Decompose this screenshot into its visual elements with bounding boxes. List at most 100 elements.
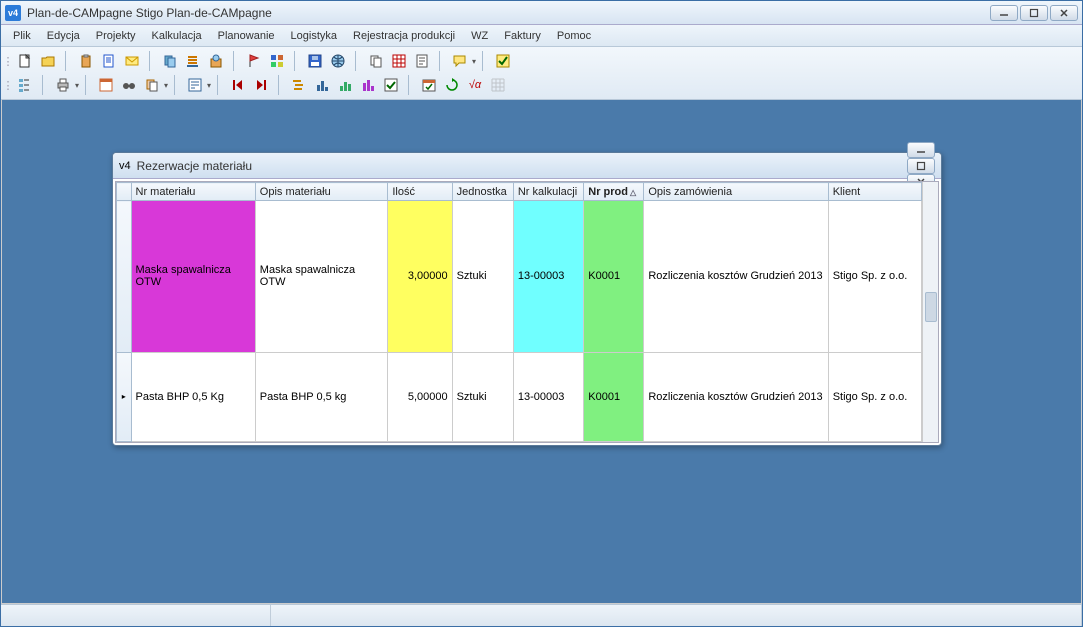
menu-item-projekty[interactable]: Projekty [88,27,144,45]
column-header[interactable]: Opis materiału [255,183,388,201]
table-row[interactable]: Maska spawalnicza OTWMaska spawalnicza O… [117,201,922,353]
child-window: v4 Rezerwacje materiału Nr materiałuOpis… [112,152,942,446]
dropdown-arrow-icon[interactable]: ▾ [164,81,168,90]
copy-doc-icon[interactable] [365,50,387,72]
cell[interactable]: 13-00003 [513,201,583,353]
separator [233,51,239,71]
column-header[interactable]: Ilość [388,183,452,201]
close-button[interactable] [1050,5,1078,21]
menu-item-planowanie[interactable]: Planowanie [210,27,283,45]
cell[interactable]: 3,00000 [388,201,452,353]
grid-container: Nr materiałuOpis materiałuIlośćJednostka… [115,181,939,443]
column-header[interactable]: Nr prod△ [584,183,644,201]
stack-icon[interactable] [182,50,204,72]
table-row[interactable]: ▸Pasta BHP 0,5 KgPasta BHP 0,5 kg5,00000… [117,352,922,441]
separator [217,75,223,95]
cell[interactable]: Rozliczenia kosztów Grudzień 2013 [644,201,828,353]
menu-item-wz[interactable]: WZ [463,27,496,45]
print-icon[interactable] [52,74,74,96]
calendar-check-icon[interactable] [418,74,440,96]
last-record-icon[interactable] [250,74,272,96]
cell[interactable]: Maska spawalnicza OTW [131,201,255,353]
refresh-icon[interactable] [441,74,463,96]
checkbox-icon[interactable] [492,50,514,72]
cell[interactable]: Rozliczenia kosztów Grudzień 2013 [644,352,828,441]
separator [408,75,414,95]
cell[interactable]: 5,00000 [388,352,452,441]
cell[interactable]: Sztuki [452,201,513,353]
toolbar-row-1: ⋮ ▾ [5,49,1078,73]
workspace: v4 Rezerwacje materiału Nr materiałuOpis… [1,100,1082,604]
cards-icon[interactable] [159,50,181,72]
grid-icon[interactable] [487,74,509,96]
cell[interactable]: Pasta BHP 0,5 kg [255,352,388,441]
cell[interactable]: K0001 [584,201,644,353]
column-header[interactable]: Nr kalkulacji [513,183,583,201]
cell[interactable]: Maska spawalnicza OTW [255,201,388,353]
column-header[interactable]: Jednostka [452,183,513,201]
separator [294,51,300,71]
chat-icon[interactable] [449,50,471,72]
menu-item-kalkulacja[interactable]: Kalkulacja [144,27,210,45]
menu-item-rejestracja-produkcji[interactable]: Rejestracja produkcji [345,27,463,45]
cell[interactable]: Stigo Sp. z o.o. [828,201,921,353]
check-list-icon[interactable] [380,74,402,96]
first-record-icon[interactable] [227,74,249,96]
column-header[interactable]: Nr materiału [131,183,255,201]
new-icon[interactable] [14,50,36,72]
row-indicator-header[interactable] [117,183,132,201]
copy-icon[interactable] [141,74,163,96]
palette-icon[interactable] [266,50,288,72]
menu-item-pomoc[interactable]: Pomoc [549,27,599,45]
dropdown-arrow-icon[interactable]: ▾ [472,57,476,66]
toolbar-handle-icon: ⋮ [5,75,11,95]
formula-icon[interactable]: √α [464,74,486,96]
child-maximize-button[interactable] [907,158,935,174]
dropdown-arrow-icon[interactable]: ▾ [75,81,79,90]
document-icon[interactable] [98,50,120,72]
column-header[interactable]: Klient [828,183,921,201]
clipboard-icon[interactable] [75,50,97,72]
menu-item-plik[interactable]: Plik [5,27,39,45]
minimize-button[interactable] [990,5,1018,21]
window-title: Plan-de-CAMpagne Stigo Plan-de-CAMpagne [27,6,990,20]
chart-col-icon[interactable] [311,74,333,96]
vertical-scrollbar[interactable] [922,182,938,442]
flag-icon[interactable] [243,50,265,72]
form-icon[interactable] [184,74,206,96]
open-icon[interactable] [37,50,59,72]
window-icon[interactable] [95,74,117,96]
spreadsheet-icon[interactable] [388,50,410,72]
chart-bar-icon[interactable] [334,74,356,96]
cell[interactable]: Stigo Sp. z o.o. [828,352,921,441]
calc-icon[interactable] [205,50,227,72]
gantt-icon[interactable] [288,74,310,96]
column-header[interactable]: Opis zamówienia [644,183,828,201]
disk-icon[interactable] [304,50,326,72]
menu-item-logistyka[interactable]: Logistyka [283,27,345,45]
status-pane-2 [271,605,1082,626]
toolbar-handle-icon: ⋮ [5,51,11,71]
cell[interactable]: Pasta BHP 0,5 Kg [131,352,255,441]
menu-item-faktury[interactable]: Faktury [496,27,549,45]
note-icon[interactable] [411,50,433,72]
window-controls [990,5,1078,21]
maximize-button[interactable] [1020,5,1048,21]
cell[interactable]: K0001 [584,352,644,441]
data-grid[interactable]: Nr materiałuOpis materiałuIlośćJednostka… [116,182,922,442]
separator [355,51,361,71]
cell[interactable]: Sztuki [452,352,513,441]
child-minimize-button[interactable] [907,142,935,158]
globe-icon[interactable] [327,50,349,72]
separator [482,51,488,71]
binoculars-icon[interactable] [118,74,140,96]
sort-asc-icon: △ [630,188,636,197]
cell[interactable]: 13-00003 [513,352,583,441]
status-pane-1 [1,605,271,626]
tree-icon[interactable] [14,74,36,96]
scrollbar-thumb[interactable] [925,292,937,322]
dropdown-arrow-icon[interactable]: ▾ [207,81,211,90]
mail-icon[interactable] [121,50,143,72]
menu-item-edycja[interactable]: Edycja [39,27,88,45]
chart-3-icon[interactable] [357,74,379,96]
